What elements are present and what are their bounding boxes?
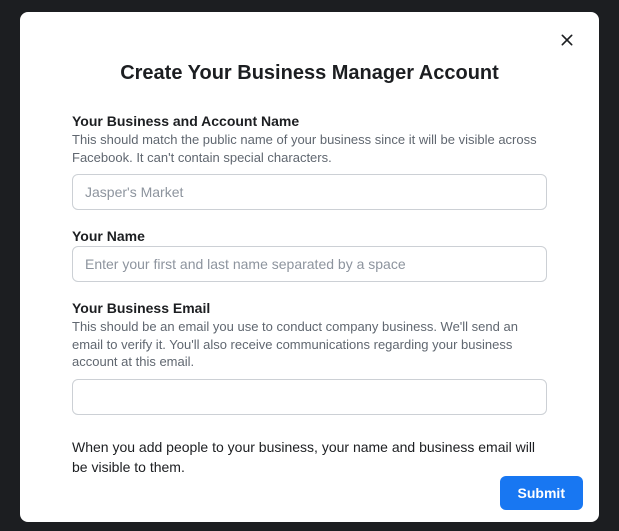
modal-content: Create Your Business Manager Account You… [20, 12, 599, 477]
field-help-business-name: This should match the public name of you… [72, 131, 547, 166]
modal-footer: Submit [500, 476, 583, 510]
submit-button[interactable]: Submit [500, 476, 583, 510]
modal-title: Create Your Business Manager Account [72, 62, 547, 85]
business-name-input[interactable] [72, 174, 547, 210]
close-icon [559, 32, 575, 48]
your-name-input[interactable] [72, 246, 547, 282]
field-label-business-email: Your Business Email [72, 300, 547, 316]
field-your-name: Your Name [72, 228, 547, 282]
visibility-note: When you add people to your business, yo… [72, 437, 547, 478]
create-business-manager-modal: Create Your Business Manager Account You… [20, 12, 599, 522]
field-business-email: Your Business Email This should be an em… [72, 300, 547, 415]
field-business-name: Your Business and Account Name This shou… [72, 113, 547, 210]
field-help-business-email: This should be an email you use to condu… [72, 318, 547, 371]
close-button[interactable] [557, 30, 577, 50]
business-email-input[interactable] [72, 379, 547, 415]
field-label-business-name: Your Business and Account Name [72, 113, 547, 129]
field-label-your-name: Your Name [72, 228, 547, 244]
